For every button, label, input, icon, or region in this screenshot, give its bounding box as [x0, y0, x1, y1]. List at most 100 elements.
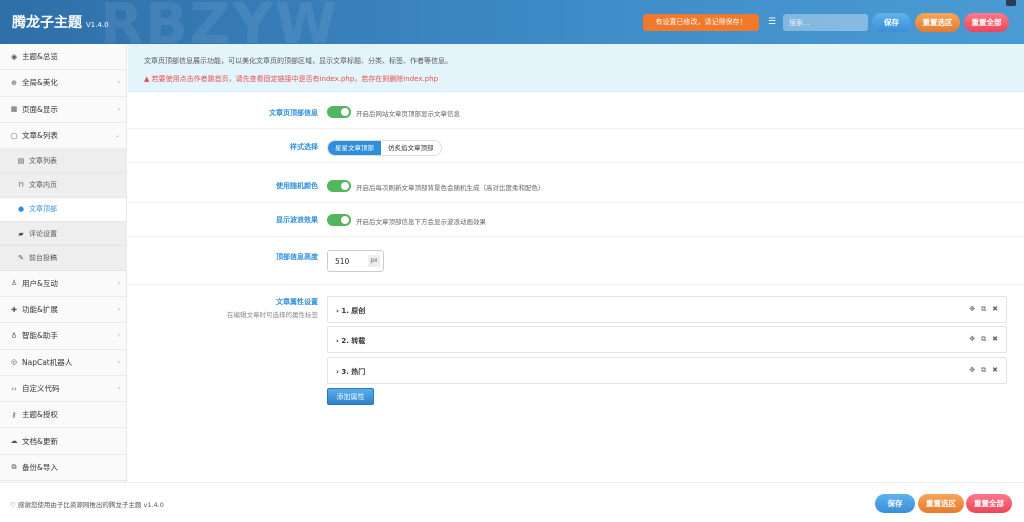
random-color-toggle[interactable]	[327, 180, 351, 192]
sidebar-subitem-article-top[interactable]: ● 文章顶部	[0, 197, 126, 223]
move-icon[interactable]: ✥	[969, 366, 975, 375]
divider	[128, 284, 1024, 285]
delete-icon[interactable]: ✖	[992, 366, 998, 375]
attribute-group-tools: ✥ ⧉ ✖	[969, 305, 998, 314]
top-info-toggle[interactable]	[327, 106, 351, 118]
chevron-right-icon: ›	[117, 358, 120, 366]
sidebar-item-users[interactable]: ♙ 用户&互动 ›	[0, 270, 126, 297]
attribute-group-title: › 2. 转载	[336, 337, 366, 345]
top-header: RBZYW 腾龙子主题 V1.4.0 有设置已修改，请记得保存！ ☰ 保存 重置选…	[0, 0, 1024, 44]
sidebar-item-overview[interactable]: ◉ 主题&总览	[0, 44, 126, 71]
attribute-group[interactable]: › 2. 转载 ✥ ⧉ ✖	[327, 326, 1007, 353]
clone-icon[interactable]: ⧉	[981, 366, 986, 375]
attribute-group-title: › 1. 原创	[336, 307, 366, 315]
file-icon: ▤	[17, 156, 25, 165]
style-option-star[interactable]: 星星文章顶部	[328, 141, 381, 155]
app-title-text: 腾龙子主题	[12, 15, 82, 31]
sidebar-item-docs[interactable]: ☁ 文档&更新	[0, 428, 126, 455]
footer-credit: ♡ 感谢您使用由子比资源网推出的腾龙子主题 v1.4.0	[10, 501, 164, 509]
clone-icon[interactable]: ⧉	[981, 335, 986, 344]
bookmark-icon: ⊓	[18, 181, 24, 190]
attribute-group-tools: ✥ ⧉ ✖	[969, 335, 998, 344]
random-color-desc: 开启后每次刷新文章顶部背景色会随机生成（高对比度柔和配色）	[356, 184, 545, 192]
delete-icon[interactable]: ✖	[992, 305, 998, 314]
cloud-icon: ☁	[10, 437, 18, 446]
lightbulb-icon: ♁	[11, 331, 17, 340]
sidebar-item-label: NapCat机器人	[22, 357, 73, 367]
top-info-label: 文章页顶部信息	[269, 109, 318, 117]
sidebar-subitem-label: 前台投稿	[29, 254, 57, 263]
sidebar-subitem-label: 文章顶部	[29, 205, 57, 214]
sidebar-item-label: 文档&更新	[22, 436, 58, 446]
sidebar-item-articles[interactable]: ▢ 文章&列表 ⌄	[0, 122, 126, 150]
user-icon: ♙	[10, 279, 18, 288]
wave-label: 显示波浪效果	[276, 216, 318, 224]
comments-icon: ▰	[18, 229, 24, 238]
version-label: V1.4.0	[86, 21, 109, 29]
key-icon: ⚷	[11, 410, 17, 419]
sidebar-item-custom-code[interactable]: ‹› 自定义代码 ›	[0, 375, 126, 403]
sidebar-item-ai[interactable]: ♁ 智能&助手 ›	[0, 323, 126, 350]
footer-reset-all-button[interactable]: 重置全部	[966, 494, 1012, 513]
wave-toggle[interactable]	[327, 214, 351, 226]
dashboard-icon: ◉	[10, 52, 18, 61]
map-icon: ▢	[10, 131, 18, 140]
sidebar-subitem-label: 评论设置	[29, 229, 57, 238]
unsaved-notice: 有设置已修改，请记得保存！	[643, 14, 759, 31]
top-info-desc: 开启后网站文章页顶部显示文章信息	[356, 110, 460, 118]
sidebar-item-license[interactable]: ⚷ 主题&授权	[0, 402, 126, 429]
sidebar-item-label: 文章&列表	[22, 131, 58, 141]
info-warning: ▲ 若要使用点击作者跳首页，请先查看固定链接中是否有index.php，若存在则…	[144, 75, 439, 83]
attributes-label: 文章属性设置	[276, 298, 318, 306]
footer-reset-section-button[interactable]: 重置选区	[918, 494, 964, 513]
move-icon[interactable]: ✥	[969, 305, 975, 314]
add-attribute-button[interactable]: 添加属性	[327, 388, 374, 405]
chevron-down-icon: ⌄	[114, 132, 120, 140]
divider	[128, 162, 1024, 163]
sidebar-item-features[interactable]: ✚ 功能&扩展 ›	[0, 296, 126, 324]
sidebar-item-label: 全局&美化	[22, 78, 58, 88]
height-input[interactable]	[328, 251, 366, 271]
puzzle-icon: ✚	[11, 305, 17, 314]
sidebar-item-label: 功能&扩展	[22, 305, 58, 315]
footer-save-button[interactable]: 保存	[875, 494, 915, 513]
sidebar-subitem-submit[interactable]: ✎ 前台投稿	[0, 246, 126, 271]
pen-icon: ✎	[18, 254, 24, 263]
sidebar-subitem-article-list[interactable]: ▤ 文章列表	[0, 149, 126, 174]
random-color-label: 使用随机颜色	[276, 182, 318, 190]
list-icon[interactable]: ☰	[765, 15, 779, 29]
chevron-right-icon: ›	[117, 279, 120, 287]
attribute-group[interactable]: › 1. 原创 ✥ ⧉ ✖	[327, 296, 1007, 323]
chevron-right-icon: ›	[117, 105, 120, 113]
attribute-group-name: 3. 热门	[341, 368, 366, 376]
height-field: px	[327, 250, 384, 272]
move-icon[interactable]: ✥	[969, 335, 975, 344]
height-unit: px	[368, 255, 380, 267]
attribute-group-tools: ✥ ⧉ ✖	[969, 366, 998, 375]
delete-icon[interactable]: ✖	[992, 335, 998, 344]
clone-icon[interactable]: ⧉	[981, 305, 986, 314]
corner-icon	[1006, 0, 1016, 6]
search-input[interactable]	[783, 14, 868, 31]
attribute-group-name: 2. 转载	[341, 337, 366, 345]
reset-all-button[interactable]: 重置全部	[964, 13, 1009, 32]
sidebar-item-napcat[interactable]: ◎ NapCat机器人 ›	[0, 349, 126, 376]
sidebar-subitem-label: 文章内页	[29, 181, 57, 190]
chevron-right-icon: ›	[117, 332, 120, 340]
sidebar-subitem-label: 文章列表	[29, 156, 57, 165]
reset-section-button[interactable]: 重置选区	[915, 13, 960, 32]
attribute-group[interactable]: › 3. 热门 ✥ ⧉ ✖	[327, 357, 1007, 384]
divider	[128, 202, 1024, 203]
sidebar-item-pages[interactable]: ▦ 页面&显示 ›	[0, 96, 126, 123]
style-label: 样式选择	[290, 143, 318, 151]
sidebar-subitem-article-inner[interactable]: ⊓ 文章内页	[0, 173, 126, 198]
sidebar-item-backup[interactable]: ⧉ 备份&导入	[0, 454, 126, 482]
sidebar-subitem-comments[interactable]: ▰ 评论设置	[0, 222, 126, 247]
sidebar-item-global[interactable]: ⊕ 全局&美化 ›	[0, 70, 126, 97]
sidebar-item-label: 自定义代码	[22, 384, 60, 393]
save-button[interactable]: 保存	[872, 13, 911, 32]
settings-panel: 文章页顶部信息展示功能，可以美化文章页的顶部区域，显示文章标题、分类、标签、作者…	[128, 44, 1024, 482]
style-selector: 星星文章顶部 仿炙焰文章顶部	[327, 140, 442, 156]
globe-icon: ⊕	[11, 78, 17, 87]
style-option-zhiyan[interactable]: 仿炙焰文章顶部	[381, 141, 441, 155]
